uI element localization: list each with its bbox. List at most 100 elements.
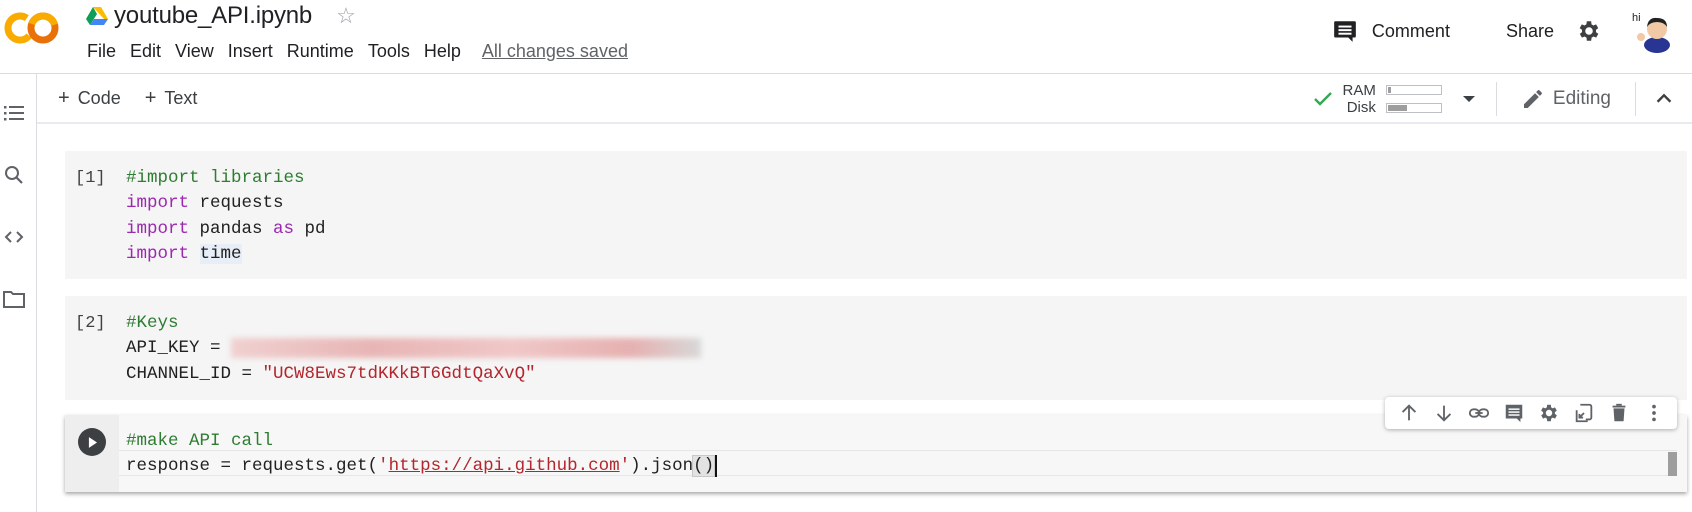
cell-settings-gear-icon[interactable] xyxy=(1538,402,1560,424)
table-of-contents-icon[interactable] xyxy=(2,101,26,125)
code-snippets-icon[interactable] xyxy=(2,225,26,249)
execution-count: [2] xyxy=(75,314,106,333)
disk-usage-bar xyxy=(1385,103,1442,113)
code-token: time xyxy=(199,243,242,264)
star-icon[interactable]: ☆ xyxy=(336,3,356,29)
save-status-link[interactable]: All changes saved xyxy=(482,41,628,62)
move-cell-down-icon[interactable] xyxy=(1433,402,1455,424)
share-button[interactable]: Share xyxy=(1506,21,1554,42)
pencil-icon xyxy=(1523,89,1542,108)
add-code-label: Code xyxy=(77,87,121,108)
google-drive-icon xyxy=(86,7,108,25)
code-token: response = requests.get( xyxy=(126,456,379,477)
comment-icon xyxy=(1334,21,1356,42)
code-token: import xyxy=(126,193,190,214)
disk-label: Disk xyxy=(1346,99,1376,116)
code-cell-1[interactable]: [1] #import libraries import requests impo… xyxy=(65,151,1687,279)
caret-down-icon[interactable] xyxy=(1462,95,1476,103)
search-icon[interactable] xyxy=(2,163,26,187)
delete-trash-icon[interactable] xyxy=(1608,402,1630,424)
code-line: CHANNEL_ID = "UCW8Ews7tdKKkBT6GdtQaXvQ" xyxy=(126,362,701,387)
colab-logo[interactable] xyxy=(4,10,60,46)
add-text-label: Text xyxy=(164,87,198,108)
code-line: #make API call xyxy=(126,429,717,454)
menu-file[interactable]: File xyxy=(80,41,123,62)
resources-button[interactable]: RAM Disk xyxy=(1343,82,1442,116)
ram-usage-fill xyxy=(1387,87,1391,93)
connected-check-icon xyxy=(1313,92,1332,106)
code-cell-2[interactable]: [2] #Keys API_KEY = CHANNEL_ID = "UCW8Ews… xyxy=(65,296,1687,400)
horizontal-scrollbar-thumb[interactable] xyxy=(1668,452,1677,476)
code-token: import xyxy=(126,243,190,264)
run-cell-button[interactable] xyxy=(78,428,106,456)
menu-tools[interactable]: Tools xyxy=(361,41,417,62)
code-token: () xyxy=(692,455,716,478)
code-line: #import libraries xyxy=(126,166,326,191)
code-token: as xyxy=(273,218,295,239)
add-code-button[interactable]: + Code xyxy=(58,87,121,110)
code-line: API_KEY = xyxy=(126,336,702,361)
menu-runtime[interactable]: Runtime xyxy=(280,41,361,62)
code-token: https://api.github.com xyxy=(388,456,620,477)
ram-label: RAM xyxy=(1342,82,1376,99)
cell-toolbar xyxy=(1385,397,1677,429)
toolbar-divider xyxy=(37,122,1692,124)
settings-gear-icon[interactable] xyxy=(1576,18,1602,44)
more-options-icon[interactable] xyxy=(1643,402,1665,424)
menu-help[interactable]: Help xyxy=(417,41,468,62)
code-line: response = requests.get('https://api.git… xyxy=(126,454,718,479)
link-icon[interactable] xyxy=(1468,402,1490,424)
files-folder-icon[interactable] xyxy=(2,287,26,311)
code-token: ' xyxy=(378,456,389,477)
cell-gutter xyxy=(65,415,119,492)
comment-label: Comment xyxy=(1371,20,1450,41)
code-token: CHANNEL_ID = xyxy=(126,363,263,384)
code-token: #Keys xyxy=(126,313,179,333)
code-line: import time xyxy=(126,242,326,267)
move-cell-up-icon[interactable] xyxy=(1398,402,1420,424)
code-token: API_KEY = xyxy=(126,338,232,359)
plus-icon: + xyxy=(144,86,157,109)
plus-icon: + xyxy=(58,86,70,109)
header-actions: Comment Share hi xyxy=(1332,0,1692,62)
user-avatar[interactable]: hi xyxy=(1630,9,1674,53)
code-token: ).json xyxy=(630,456,694,477)
code-token: import xyxy=(126,218,190,239)
code-editor[interactable]: #make API call response = requests.get('h… xyxy=(126,429,718,480)
menu-view[interactable]: View xyxy=(168,41,221,62)
code-token: #make API call xyxy=(126,431,274,451)
mirror-cell-icon[interactable] xyxy=(1573,402,1595,424)
code-token: #import libraries xyxy=(126,168,305,188)
chevron-up-icon xyxy=(1656,93,1672,103)
runtime-toolbar: RAM Disk Editing xyxy=(1311,78,1692,120)
execution-count: [1] xyxy=(75,169,106,188)
text-cursor xyxy=(715,454,718,477)
menu-edit[interactable]: Edit xyxy=(123,41,168,62)
comment-button[interactable]: Comment xyxy=(1332,18,1450,44)
collapse-header-button[interactable] xyxy=(1636,88,1692,110)
code-token: ' xyxy=(619,456,631,477)
title-row: youtube_API.ipynb ☆ xyxy=(86,0,356,32)
code-token: requests xyxy=(189,193,284,214)
play-icon xyxy=(88,436,97,448)
avatar-text: hi xyxy=(1632,12,1641,24)
code-token: pd xyxy=(294,218,326,239)
ram-usage-bar xyxy=(1385,85,1442,95)
code-token: "UCW8Ews7tdKKkBT6GdtQaXvQ" xyxy=(262,363,536,384)
notebook-title[interactable]: youtube_API.ipynb xyxy=(114,2,312,30)
code-token: pandas xyxy=(189,218,274,239)
code-editor[interactable]: #Keys API_KEY = CHANNEL_ID = "UCW8Ews7tdK… xyxy=(126,311,702,387)
sidebar-divider xyxy=(36,74,37,512)
notebook-toolbar: + Code + Text xyxy=(58,80,221,116)
add-text-button[interactable]: + Text xyxy=(145,87,198,110)
menu-insert[interactable]: Insert xyxy=(221,41,280,62)
code-line: import pandas as pd xyxy=(126,217,326,242)
code-line: #Keys xyxy=(126,311,701,336)
redacted-api-key xyxy=(231,337,702,358)
menu-bar: File Edit View Insert Runtime Tools Help… xyxy=(80,36,628,66)
disk-usage-fill xyxy=(1387,105,1407,111)
code-editor[interactable]: #import libraries import requests import p… xyxy=(126,166,326,267)
code-line: import requests xyxy=(126,191,326,216)
comment-icon[interactable] xyxy=(1503,402,1525,424)
editing-mode-button[interactable]: Editing xyxy=(1497,87,1635,111)
